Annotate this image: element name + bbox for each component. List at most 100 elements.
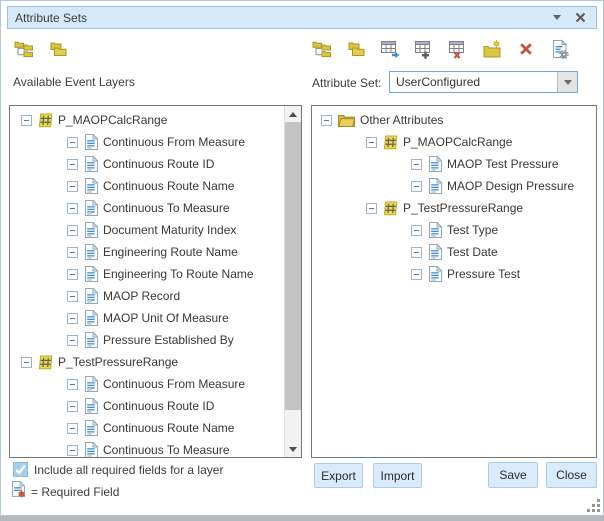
titlebar-buttons xyxy=(551,11,587,25)
include-required-checkbox[interactable] xyxy=(13,462,28,477)
attribute-set-dropdown[interactable]: UserConfigured xyxy=(389,71,578,93)
export-button[interactable]: Export xyxy=(314,463,363,488)
tree-row[interactable]: MAOP Unit Of Measure xyxy=(10,307,284,329)
collapse-toggle[interactable] xyxy=(411,181,422,192)
field-icon xyxy=(84,200,98,216)
scroll-up-button[interactable] xyxy=(285,106,301,122)
scroll-thumb[interactable] xyxy=(285,122,301,410)
tree-row[interactable]: Other Attributes xyxy=(312,109,596,131)
required-field-icon xyxy=(11,481,26,504)
dialog-body: Attribute Sets Available Event Layers At… xyxy=(0,0,604,516)
close-button[interactable]: Close xyxy=(546,462,597,488)
field-icon xyxy=(428,266,442,282)
tree-row[interactable]: P_TestPressureRange xyxy=(10,351,284,373)
resize-grip-icon xyxy=(586,498,601,513)
collapse-dialog-button[interactable] xyxy=(551,11,563,25)
tree-row[interactable]: MAOP Record xyxy=(10,285,284,307)
field-icon xyxy=(84,222,98,238)
tree-row[interactable]: Continuous To Measure xyxy=(10,439,284,458)
collapse-toggle[interactable] xyxy=(411,225,422,236)
collapse-toggle[interactable] xyxy=(21,357,32,368)
tree-row[interactable]: Test Date xyxy=(312,241,596,263)
field-icon xyxy=(84,134,98,150)
table-transfer-button[interactable] xyxy=(379,37,400,61)
tree-row[interactable]: MAOP Design Pressure xyxy=(312,175,596,197)
tree-item-label: Continuous From Measure xyxy=(103,135,245,149)
collapse-toggle[interactable] xyxy=(67,203,78,214)
tree-row[interactable]: P_MAOPCalcRange xyxy=(312,131,596,153)
collapse-toggle[interactable] xyxy=(411,269,422,280)
tree-item-label: Continuous Route ID xyxy=(103,157,214,171)
save-button[interactable]: Save xyxy=(488,462,538,488)
tree-row[interactable]: Pressure Established By xyxy=(10,329,284,351)
triangle-down-icon xyxy=(289,447,297,452)
tree-row[interactable]: Document Maturity Index xyxy=(10,219,284,241)
collapse-toggle[interactable] xyxy=(67,225,78,236)
delete-button[interactable] xyxy=(515,37,536,61)
collapse-toggle[interactable] xyxy=(67,137,78,148)
layers-tree-icon xyxy=(14,39,34,59)
tree-row[interactable]: Pressure Test xyxy=(312,263,596,285)
tree-item-label: P_TestPressureRange xyxy=(58,355,178,369)
collapse-toggle[interactable] xyxy=(67,313,78,324)
dropdown-arrow-button[interactable] xyxy=(557,72,577,92)
tree-row[interactable]: Continuous From Measure xyxy=(10,373,284,395)
event-layer-icon xyxy=(383,201,398,216)
tree-row[interactable]: Continuous To Measure xyxy=(10,197,284,219)
tree-item-label: Continuous To Measure xyxy=(103,443,230,457)
field-icon xyxy=(84,332,98,348)
collapse-toggle[interactable] xyxy=(21,115,32,126)
collapse-toggle[interactable] xyxy=(321,115,332,126)
collapse-toggle[interactable] xyxy=(67,401,78,412)
field-icon xyxy=(84,420,98,436)
tree-row[interactable]: P_TestPressureRange xyxy=(312,197,596,219)
expand-attribute-tree-button[interactable] xyxy=(311,37,332,61)
collapse-toggle[interactable] xyxy=(67,247,78,258)
field-icon xyxy=(84,398,98,414)
expand-layers-tree-button[interactable] xyxy=(13,37,34,61)
attribute-sets-dialog: Attribute Sets Available Event Layers At… xyxy=(0,0,604,521)
collapse-attribute-folders-button[interactable] xyxy=(345,37,366,61)
set-properties-button[interactable] xyxy=(549,37,570,61)
toolbar-left xyxy=(13,37,68,61)
tree-item-label: Other Attributes xyxy=(360,113,443,127)
new-attribute-set-folder-button[interactable] xyxy=(481,37,502,61)
tree-row[interactable]: Continuous From Measure xyxy=(10,131,284,153)
field-icon xyxy=(84,244,98,260)
collapse-toggle[interactable] xyxy=(411,247,422,258)
tree-row[interactable]: Test Type xyxy=(312,219,596,241)
tree-item-label: MAOP Design Pressure xyxy=(447,179,574,193)
import-button[interactable]: Import xyxy=(373,463,422,488)
collapse-toggle[interactable] xyxy=(411,159,422,170)
folders-icon xyxy=(346,39,366,59)
collapse-toggle[interactable] xyxy=(67,291,78,302)
tree-row[interactable]: Continuous Route ID xyxy=(10,395,284,417)
vertical-scrollbar[interactable] xyxy=(284,106,301,457)
collapse-toggle[interactable] xyxy=(366,203,377,214)
attribute-set-label: Attribute Set: xyxy=(312,76,381,90)
tree-item-label: Continuous Route Name xyxy=(103,179,234,193)
tree-row[interactable]: MAOP Test Pressure xyxy=(312,153,596,175)
resize-grip[interactable] xyxy=(586,498,601,513)
tree-row[interactable]: Continuous Route Name xyxy=(10,417,284,439)
tree-row[interactable]: P_MAOPCalcRange xyxy=(10,109,284,131)
tree-item-label: Document Maturity Index xyxy=(103,223,236,237)
scroll-down-button[interactable] xyxy=(285,441,301,457)
collapse-toggle[interactable] xyxy=(67,379,78,390)
tree-row[interactable]: Continuous Route Name xyxy=(10,175,284,197)
tree-row[interactable]: Engineering Route Name xyxy=(10,241,284,263)
collapse-toggle[interactable] xyxy=(366,137,377,148)
collapse-toggle[interactable] xyxy=(67,445,78,456)
collapse-toggle[interactable] xyxy=(67,159,78,170)
field-icon xyxy=(84,310,98,326)
table-remove-button[interactable] xyxy=(447,37,468,61)
collapse-toggle[interactable] xyxy=(67,269,78,280)
collapse-toggle[interactable] xyxy=(67,181,78,192)
collapse-folders-button[interactable] xyxy=(47,37,68,61)
tree-row[interactable]: Engineering To Route Name xyxy=(10,263,284,285)
close-dialog-button[interactable] xyxy=(574,11,587,25)
collapse-toggle[interactable] xyxy=(67,335,78,346)
collapse-toggle[interactable] xyxy=(67,423,78,434)
tree-row[interactable]: Continuous Route ID xyxy=(10,153,284,175)
table-add-button[interactable] xyxy=(413,37,434,61)
